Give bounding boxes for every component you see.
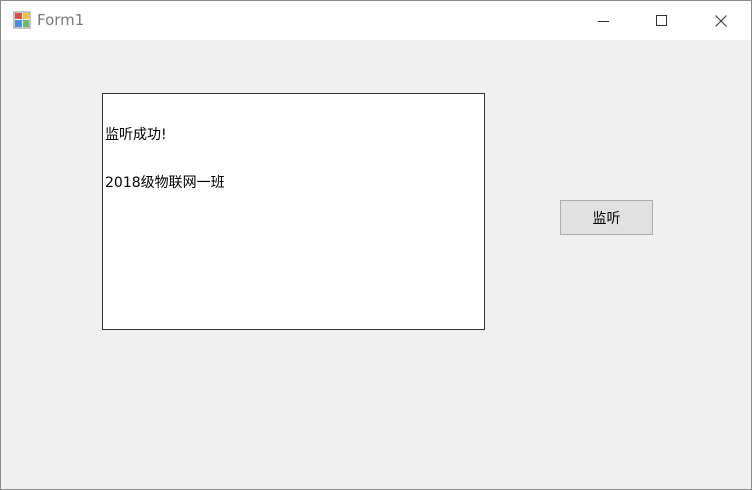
winforms-app-icon[interactable] [13,11,31,29]
close-button[interactable] [692,1,750,40]
maximize-icon [656,14,667,26]
close-icon [715,14,727,27]
maximize-button[interactable] [633,1,691,40]
title-bar[interactable]: Form1 [1,1,751,40]
textbox-line: 2018级物联网一班 [105,175,225,191]
form-window: Form1 监听成功! 2018级物联网一班 监听 [0,0,752,490]
textbox-line: 监听成功! [105,127,167,143]
minimize-button[interactable] [575,1,633,40]
window-title: Form1 [37,11,85,29]
output-textbox[interactable]: 监听成功! 2018级物联网一班 [102,93,485,330]
listen-button[interactable]: 监听 [560,200,653,235]
minimize-icon [598,20,609,22]
